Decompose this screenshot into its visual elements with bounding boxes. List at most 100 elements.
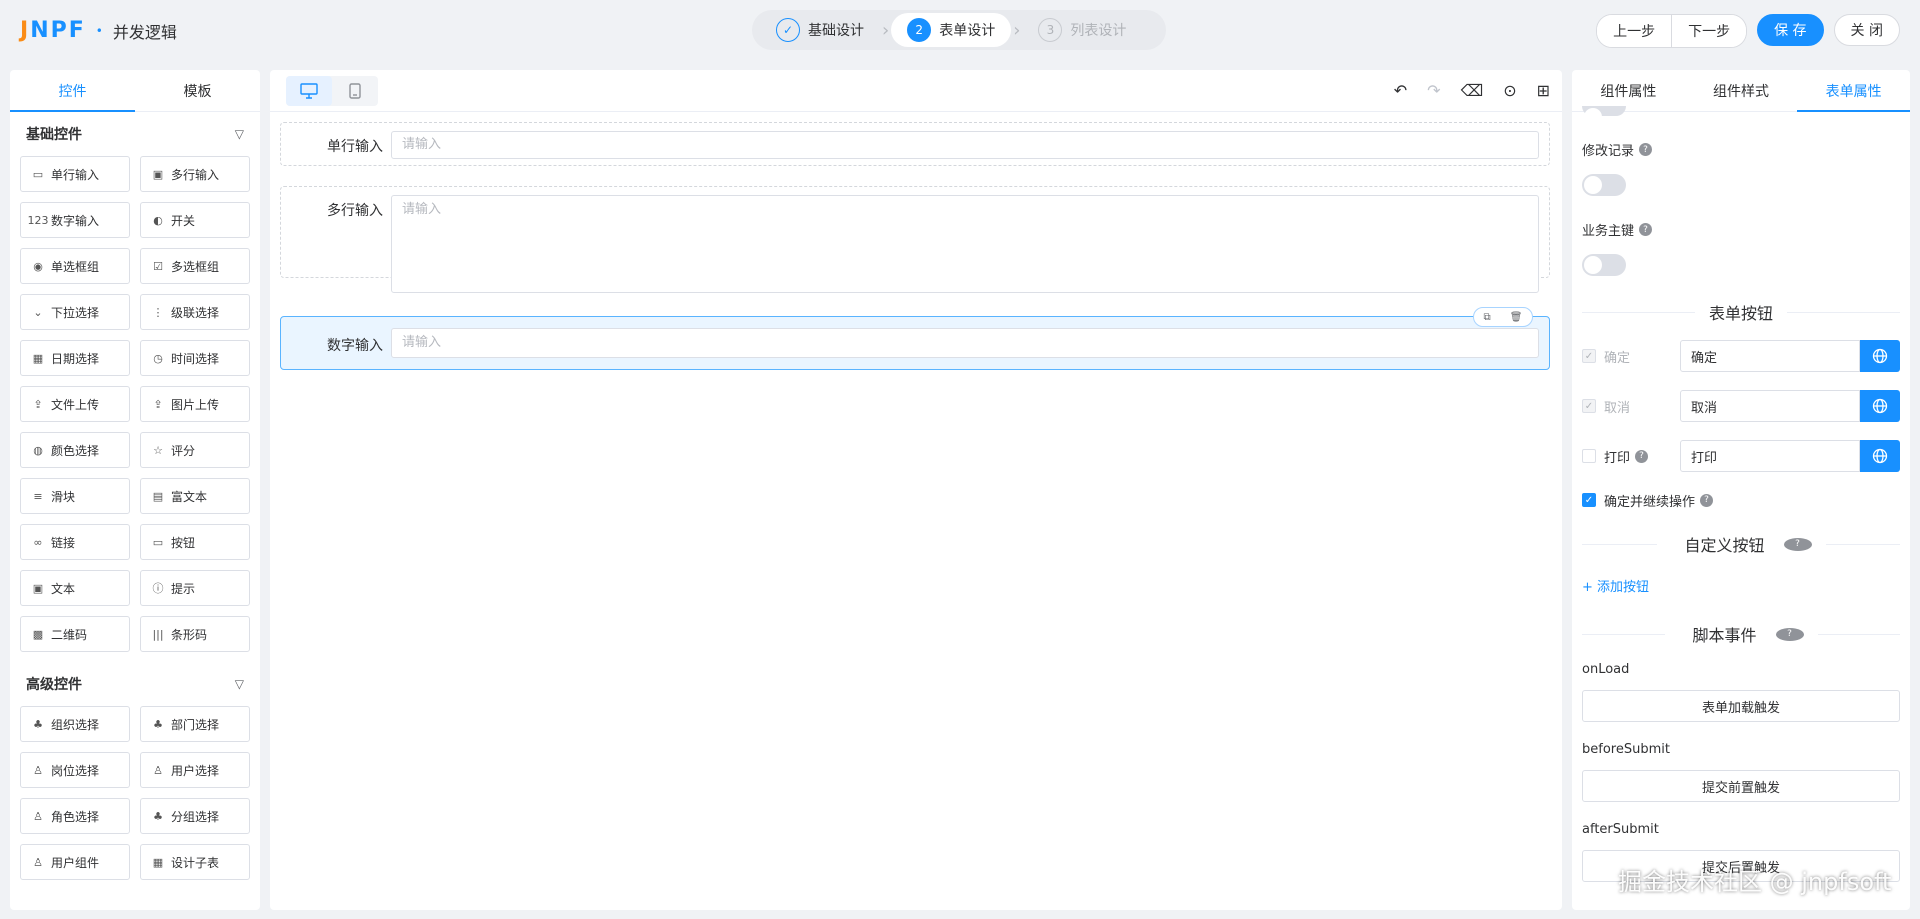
component-advanced-3[interactable]: ♙ 用户选择 xyxy=(140,752,250,788)
component-basic-21[interactable]: ||| 条形码 xyxy=(140,616,250,652)
component-label: 链接 xyxy=(51,535,76,550)
component-basic-4[interactable]: ◉ 单选框组 xyxy=(20,248,130,284)
component-basic-2[interactable]: 123 数字输入 xyxy=(20,202,130,238)
copy-icon[interactable]: ⧉ xyxy=(1484,312,1491,323)
globe-icon[interactable] xyxy=(1860,390,1900,422)
step-basic-design[interactable]: ✓ 基础设计 xyxy=(760,13,880,47)
tab-form-props[interactable]: 表单属性 xyxy=(1797,70,1910,112)
component-basic-19[interactable]: ⓘ 提示 xyxy=(140,570,250,606)
single-line-input[interactable]: 请输入 xyxy=(391,131,1539,159)
add-button-link[interactable]: + 添加按钮 xyxy=(1582,576,1649,595)
desktop-view-icon[interactable] xyxy=(286,75,332,106)
component-basic-18[interactable]: ▣ 文本 xyxy=(20,570,130,606)
advanced-controls-header[interactable]: 高级控件 ▽ xyxy=(10,662,260,706)
business-key-toggle[interactable] xyxy=(1582,254,1626,276)
component-icon: ♙ xyxy=(33,855,43,869)
delete-icon[interactable]: 🗑 xyxy=(1510,312,1523,323)
prev-step-button[interactable]: 上一步 xyxy=(1597,15,1672,47)
component-advanced-2[interactable]: ♙ 岗位选择 xyxy=(20,752,130,788)
step-list-design[interactable]: 3 列表设计 xyxy=(1022,13,1142,47)
component-icon: ☑ xyxy=(153,259,163,273)
event-name: beforeSubmit xyxy=(1582,742,1670,757)
component-icon: ♣ xyxy=(153,717,163,731)
help-icon[interactable]: ? xyxy=(1700,493,1714,507)
component-label: 富文本 xyxy=(171,489,208,504)
component-basic-17[interactable]: ▭ 按钮 xyxy=(140,524,250,560)
component-icon: ⇪ xyxy=(33,397,43,411)
component-icon: ◷ xyxy=(153,351,163,365)
preview-icon[interactable]: ⊙ xyxy=(1503,81,1516,100)
help-icon[interactable]: ? xyxy=(1775,627,1804,641)
check-icon[interactable]: ✓ xyxy=(1582,349,1596,363)
field-number-input[interactable]: 数字输入 请输入 ⧉ 🗑 xyxy=(280,307,1550,370)
basic-controls-grid: ▭ 单行输入 ▣ 多行输入 123 数字输入 ◐ 开关 ◉ 单选框组 ☑ 多选框组 ⌄ 下拉选择 ⋮ 级联选择… xyxy=(10,156,260,652)
partial-toggle[interactable] xyxy=(1582,106,1626,126)
component-label: 下拉选择 xyxy=(51,305,100,320)
multi-line-input[interactable]: 请输入 xyxy=(391,195,1539,293)
step-form-design[interactable]: 2 表单设计 xyxy=(891,13,1012,47)
undo-icon[interactable]: ↶ xyxy=(1394,81,1407,100)
component-basic-5[interactable]: ☑ 多选框组 xyxy=(140,248,250,284)
component-basic-3[interactable]: ◐ 开关 xyxy=(140,202,250,238)
component-basic-15[interactable]: ▤ 富文本 xyxy=(140,478,250,514)
number-input[interactable]: 请输入 xyxy=(391,328,1539,358)
component-basic-10[interactable]: ⇪ 文件上传 xyxy=(20,386,130,422)
close-button[interactable]: 关 闭 xyxy=(1833,14,1900,46)
field-label: 多行输入 xyxy=(327,203,383,219)
field-single-line[interactable]: 单行输入 请输入 xyxy=(280,122,1550,166)
component-basic-12[interactable]: ◍ 颜色选择 xyxy=(20,432,130,468)
component-advanced-5[interactable]: ♣ 分组选择 xyxy=(140,798,250,834)
confirm-continue-row[interactable]: ✓ 确定并继续操作 ? xyxy=(1582,484,1900,516)
component-label: 分组选择 xyxy=(171,809,220,824)
component-basic-20[interactable]: ▩ 二维码 xyxy=(20,616,130,652)
globe-icon[interactable] xyxy=(1860,440,1900,472)
help-icon[interactable]: ? xyxy=(1639,223,1653,236)
checkbox[interactable] xyxy=(1582,449,1596,463)
print-text-input[interactable]: 打印 xyxy=(1680,440,1860,472)
globe-icon[interactable] xyxy=(1860,340,1900,372)
component-icon: ▦ xyxy=(152,855,164,869)
component-label: 单行输入 xyxy=(51,167,100,182)
basic-controls-header[interactable]: 基础控件 ▽ xyxy=(10,112,260,156)
component-basic-0[interactable]: ▭ 单行输入 xyxy=(20,156,130,192)
component-basic-8[interactable]: ▦ 日期选择 xyxy=(20,340,130,376)
component-basic-1[interactable]: ▣ 多行输入 xyxy=(140,156,250,192)
component-label: 用户组件 xyxy=(51,855,100,870)
component-advanced-4[interactable]: ♙ 角色选择 xyxy=(20,798,130,834)
component-advanced-1[interactable]: ♣ 部门选择 xyxy=(140,706,250,742)
section-title: 脚本事件 xyxy=(1692,626,1757,645)
component-icon: 123 xyxy=(27,213,49,227)
help-icon[interactable]: ? xyxy=(1783,537,1812,551)
modify-record-toggle[interactable] xyxy=(1582,174,1626,196)
tab-component-style[interactable]: 组件样式 xyxy=(1685,70,1798,111)
tab-templates[interactable]: 模板 xyxy=(135,70,260,111)
component-advanced-7[interactable]: ▦ 设计子表 xyxy=(140,844,250,880)
component-basic-16[interactable]: ∞ 链接 xyxy=(20,524,130,560)
confirm-text-input[interactable]: 确定 xyxy=(1680,340,1860,372)
tab-component-props[interactable]: 组件属性 xyxy=(1572,70,1685,111)
before-submit-event-button[interactable]: 提交前置触发 xyxy=(1582,770,1900,802)
component-basic-6[interactable]: ⌄ 下拉选择 xyxy=(20,294,130,330)
component-basic-14[interactable]: ≡ 滑块 xyxy=(20,478,130,514)
field-multi-line[interactable]: 多行输入 请输入 xyxy=(280,186,1550,293)
mobile-view-icon[interactable] xyxy=(332,76,378,106)
onload-event-button[interactable]: 表单加载触发 xyxy=(1582,690,1900,722)
save-json-icon[interactable]: ⊞ xyxy=(1537,81,1550,100)
component-basic-9[interactable]: ◷ 时间选择 xyxy=(140,340,250,376)
help-icon[interactable]: ? xyxy=(1639,143,1653,156)
section-title: 自定义按钮 xyxy=(1684,536,1765,555)
tab-controls[interactable]: 控件 xyxy=(10,70,135,112)
check-icon[interactable]: ✓ xyxy=(1582,399,1596,413)
redo-icon[interactable]: ↷ xyxy=(1427,81,1440,100)
component-basic-11[interactable]: ⇪ 图片上传 xyxy=(140,386,250,422)
clear-icon[interactable]: ⌫ xyxy=(1461,81,1484,100)
component-basic-7[interactable]: ⋮ 级联选择 xyxy=(140,294,250,330)
help-icon[interactable]: ? xyxy=(1635,449,1649,463)
next-step-button[interactable]: 下一步 xyxy=(1671,15,1747,47)
check-icon[interactable]: ✓ xyxy=(1582,493,1596,507)
component-basic-13[interactable]: ☆ 评分 xyxy=(140,432,250,468)
save-button[interactable]: 保 存 xyxy=(1757,14,1824,46)
component-advanced-6[interactable]: ♙ 用户组件 xyxy=(20,844,130,880)
cancel-text-input[interactable]: 取消 xyxy=(1680,390,1860,422)
component-advanced-0[interactable]: ♣ 组织选择 xyxy=(20,706,130,742)
